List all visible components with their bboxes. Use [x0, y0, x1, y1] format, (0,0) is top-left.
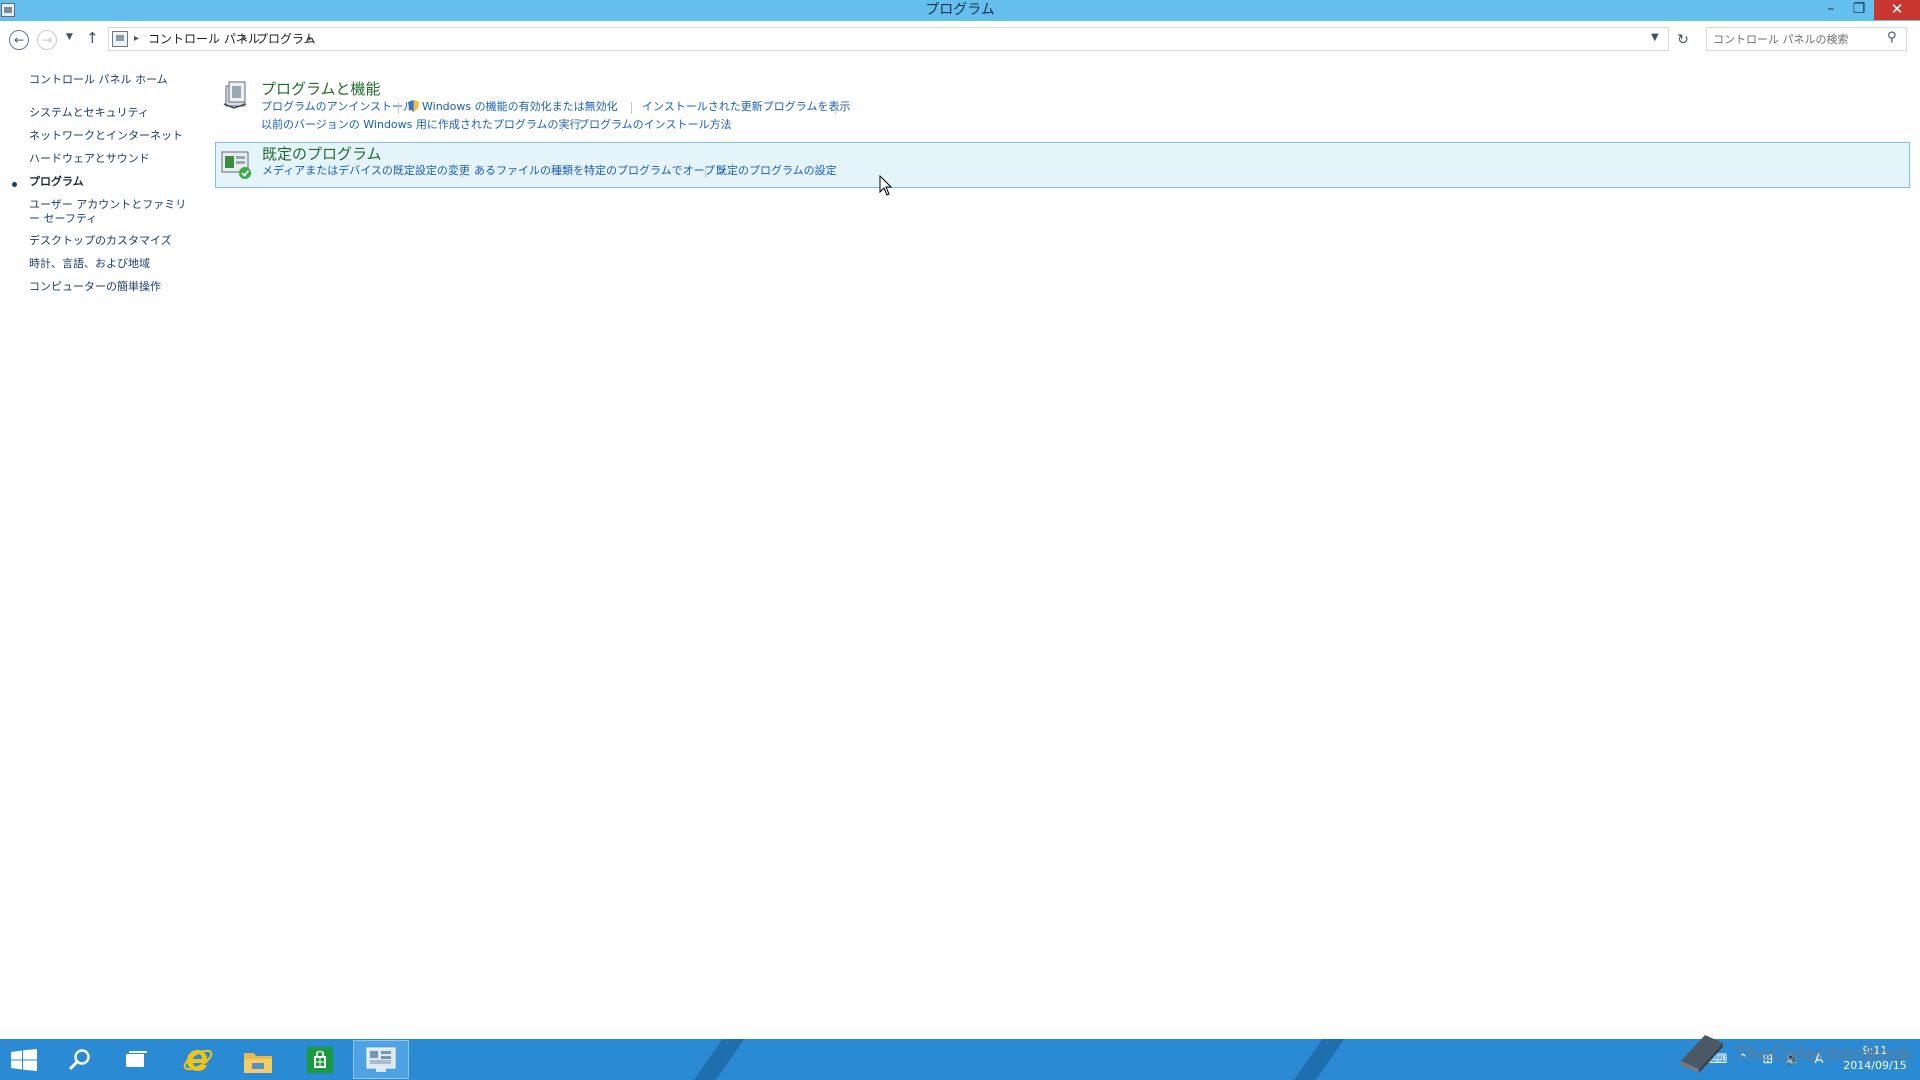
set-default-programs-link[interactable]: 既定のプログラムの設定 — [716, 164, 837, 178]
file-explorer-button[interactable] — [230, 1040, 286, 1079]
taskbar-search-button[interactable] — [52, 1040, 108, 1079]
breadcrumb-programs[interactable]: プログラム — [256, 31, 316, 47]
windows-features-label: Windows の機能の有効化または無効化 — [422, 100, 618, 113]
chevron-right-icon[interactable]: ▸ — [134, 31, 139, 47]
control-panel-window: プログラム – ❐ ✕ ← → ▼ ↑ ▸ コントロール パネル ▸ プログラム… — [0, 0, 1920, 1080]
sidebar-item-clock-region[interactable]: 時計、言語、および地域 — [29, 257, 194, 271]
uninstall-program-link[interactable]: プログラムのアンインストール — [261, 100, 414, 114]
link-separator — [705, 166, 706, 178]
link-separator — [398, 102, 399, 114]
windows-features-link[interactable]: Windows の機能の有効化または無効化 — [408, 100, 618, 114]
mouse-cursor-icon — [879, 175, 893, 196]
arrow-left-icon: ← — [13, 33, 25, 47]
forward-button[interactable]: → — [37, 30, 57, 50]
taskbar: ⌨ ⌃ ⊞ 🔈 A 9:11 2014/09/15 — [0, 1039, 1920, 1080]
search-field[interactable]: ⚲ — [1706, 27, 1907, 51]
link-separator — [462, 166, 463, 178]
link-separator — [562, 120, 563, 132]
folder-icon — [244, 1053, 272, 1073]
arrow-up-icon: ↑ — [86, 29, 99, 47]
chevron-down-icon[interactable]: ▼ — [1651, 32, 1659, 43]
recent-locations-button[interactable]: ▼ — [66, 32, 73, 42]
sidebar-item-network[interactable]: ネットワークとインターネット — [29, 129, 194, 143]
control-panel-icon — [112, 31, 128, 47]
search-icon — [68, 1049, 90, 1071]
sidebar-item-home[interactable]: コントロール パネル ホーム — [29, 73, 194, 87]
wallpaper-stripe — [1280, 1039, 1352, 1080]
start-button[interactable] — [0, 1040, 56, 1079]
watermark: TheCollectionBook — [1675, 1027, 1920, 1077]
category-default-programs[interactable]: 既定のプログラム メディアまたはデバイスの既定設定の変更 あるファイルの種類を特… — [215, 142, 1910, 188]
compatibility-link[interactable]: 以前のバージョンの Windows 用に作成されたプログラムの実行 — [261, 118, 581, 132]
chevron-down-icon: ▼ — [66, 32, 73, 42]
restore-button[interactable]: ❐ — [1846, 0, 1872, 20]
store-icon — [307, 1047, 333, 1073]
programs-features-title[interactable]: プログラムと機能 — [261, 80, 381, 98]
search-icon[interactable]: ⚲ — [1887, 30, 1897, 45]
search-input[interactable] — [1713, 30, 1878, 48]
task-view-icon — [126, 1051, 147, 1067]
book-logo-icon — [1679, 1035, 1723, 1073]
wallpaper-stripe — [680, 1039, 752, 1080]
sidebar-item-appearance[interactable]: デスクトップのカスタマイズ — [29, 234, 194, 248]
sidebar-item-hardware-sound[interactable]: ハードウェアとサウンド — [29, 152, 194, 166]
address-bar: ← → ▼ ↑ ▸ コントロール パネル ▸ プログラム ▸ ▼ ↻ ⚲ — [0, 21, 1920, 59]
active-bullet-icon — [12, 182, 17, 187]
how-to-install-link[interactable]: プログラムのインストール方法 — [578, 118, 731, 132]
control-panel-taskbar-button[interactable] — [353, 1040, 409, 1079]
control-panel-icon — [366, 1047, 396, 1072]
window-title: プログラム — [925, 2, 995, 18]
default-programs-title[interactable]: 既定のプログラム — [262, 145, 382, 163]
address-field[interactable]: ▸ コントロール パネル ▸ プログラム ▸ ▼ — [108, 27, 1669, 51]
media-autoplay-link[interactable]: メディアまたはデバイスの既定設定の変更 — [262, 164, 470, 178]
store-button[interactable] — [292, 1040, 348, 1079]
uac-shield-icon — [408, 100, 419, 112]
link-separator — [835, 102, 836, 114]
sidebar-item-user-accounts[interactable]: ユーザー アカウントとファミリー セーフティ — [29, 198, 194, 226]
sidebar-item-ease-of-access[interactable]: コンピューターの簡単操作 — [29, 280, 194, 294]
internet-explorer-icon — [183, 1049, 213, 1071]
arrow-right-icon: → — [41, 33, 53, 47]
task-view-button[interactable] — [109, 1040, 165, 1079]
chevron-right-icon[interactable]: ▸ — [308, 31, 313, 47]
back-button[interactable]: ← — [9, 30, 29, 50]
minimize-button[interactable]: – — [1816, 0, 1846, 20]
internet-explorer-button[interactable] — [170, 1040, 226, 1079]
file-association-link[interactable]: あるファイルの種類を特定のプログラムでオープン — [474, 164, 726, 178]
refresh-icon: ↻ — [1677, 32, 1689, 48]
programs-features-icon[interactable] — [220, 78, 252, 110]
category-programs-features: プログラムと機能 プログラムのアンインストール Windows の機能の有効化ま… — [215, 78, 1910, 136]
windows-logo-icon — [11, 1049, 37, 1071]
default-programs-icon[interactable] — [220, 148, 252, 180]
watermark-text: TheCollectionBook — [1735, 1043, 1912, 1065]
close-button[interactable]: ✕ — [1874, 0, 1920, 20]
sidebar-item-programs[interactable]: プログラム — [29, 175, 194, 189]
link-separator — [631, 102, 632, 114]
refresh-button[interactable]: ↻ — [1672, 29, 1694, 51]
title-bar: プログラム – ❐ ✕ — [0, 0, 1920, 21]
chevron-right-icon[interactable]: ▸ — [242, 31, 247, 47]
up-button[interactable]: ↑ — [86, 29, 99, 47]
installed-updates-link[interactable]: インストールされた更新プログラムを表示 — [642, 100, 850, 114]
sidebar-item-system-security[interactable]: システムとセキュリティ — [29, 106, 194, 120]
